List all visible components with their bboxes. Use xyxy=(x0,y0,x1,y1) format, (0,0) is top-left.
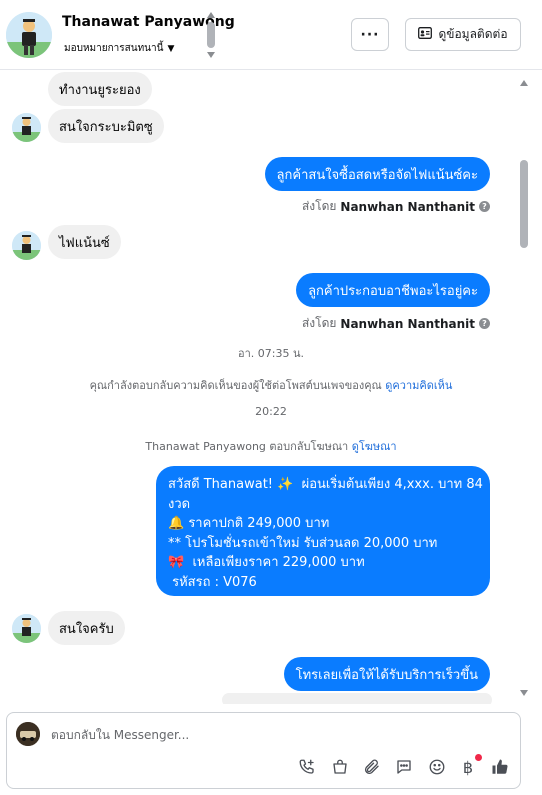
help-icon[interactable]: ? xyxy=(479,318,490,329)
assign-label: มอบหมายการสนทนานี้ xyxy=(64,43,164,54)
system-notice: คุณกำลังตอบกลับความคิดเห็นของผู้ใช้ต่อโพ… xyxy=(0,376,542,394)
sender-avatar[interactable] xyxy=(12,113,41,142)
sent-by-label: ส่งโดย Nanwhan Nanthanit ? xyxy=(302,197,490,216)
caret-down-icon: ▼ xyxy=(167,43,175,54)
outgoing-message[interactable]: โทรเลยเพื่อให้ได้รับบริการเร็วขึ้น xyxy=(283,657,490,691)
promo-line: 🔔 ราคาปกติ 249,000 บาท xyxy=(168,516,330,531)
page-avatar xyxy=(16,722,40,746)
message-thread[interactable]: ทำงานยูระยอง สนใจกระบะมิตซู ลูกค้าสนใจซื… xyxy=(0,71,542,704)
view-contact-info-button[interactable]: ดูข้อมูลติดต่อ xyxy=(405,18,521,51)
timestamp: อา. 07:35 น. xyxy=(238,347,304,360)
scroll-thumb[interactable] xyxy=(520,160,528,248)
sent-by-label: ส่งโดย Nanwhan Nanthanit ? xyxy=(302,314,490,333)
incoming-message[interactable]: ไฟแน้นซ์ xyxy=(48,225,121,259)
system-notice-text: คุณกำลังตอบกลับความคิดเห็นของผู้ใช้ต่อโพ… xyxy=(89,379,382,392)
partial-message xyxy=(222,693,492,704)
emoji-icon[interactable] xyxy=(426,756,448,778)
view-comment-link[interactable]: ดูความคิดเห็น xyxy=(385,379,452,392)
sender-name: Nanwhan Nanthanit xyxy=(340,199,475,214)
more-options-button[interactable]: ··· xyxy=(351,18,389,51)
promo-line: งวด xyxy=(168,496,191,512)
outgoing-promo-message[interactable]: สวัสดี Thanawat! ✨ ผ่อนเริ่มต้นเพียง 4,x… xyxy=(156,466,490,596)
paperclip-icon[interactable] xyxy=(361,756,383,778)
assign-conversation-dropdown[interactable]: มอบหมายการสนทนานี้ ▼ xyxy=(64,41,174,56)
promo-line: รหัสรถ : V076 xyxy=(168,574,257,590)
system-notice: Thanawat Panyawong ตอบกลับโฆษณา ดูโฆษณา xyxy=(0,437,542,455)
sender-avatar[interactable] xyxy=(12,231,41,260)
reply-input[interactable] xyxy=(51,725,491,745)
phone-plus-icon[interactable] xyxy=(296,756,318,778)
header-scroll-control[interactable] xyxy=(205,10,217,60)
sent-by-prefix: ส่งโดย xyxy=(301,316,337,330)
sender-avatar[interactable] xyxy=(12,614,41,643)
shopping-bag-icon[interactable] xyxy=(329,756,351,778)
scroll-down-arrow-icon[interactable] xyxy=(520,690,528,696)
thumbs-up-icon[interactable] xyxy=(489,756,511,778)
conversation-header: Thanawat Panyawong มอบหมายการสนทนานี้ ▼ … xyxy=(0,0,542,70)
scroll-up-arrow-icon[interactable] xyxy=(520,80,528,86)
contact-avatar[interactable] xyxy=(6,12,52,58)
incoming-message[interactable]: สนใจกระบะมิตซู xyxy=(48,109,164,143)
view-ad-link[interactable]: ดูโฆษณา xyxy=(352,440,397,453)
outgoing-message[interactable]: ลูกค้าสนใจซื้อสดหรือจัดไฟแน้นซ์คะ xyxy=(264,157,490,191)
incoming-message[interactable]: สนใจครับ xyxy=(48,611,125,645)
timestamp: 20:22 xyxy=(255,405,287,418)
promo-line: 🎀 เหลือเพียงราคา 229,000 บาท xyxy=(168,555,365,570)
contact-card-icon xyxy=(418,27,433,42)
system-notice-text: Thanawat Panyawong ตอบกลับโฆษณา xyxy=(145,440,349,453)
outgoing-message[interactable]: ลูกค้าประกอบอาชีพอะไรอยู่คะ xyxy=(296,273,490,307)
sent-by-prefix: ส่งโดย xyxy=(301,199,337,213)
sender-name: Nanwhan Nanthanit xyxy=(340,316,475,331)
promo-line: สวัสดี Thanawat! ✨ ผ่อนเริ่มต้นเพียง 4,x… xyxy=(168,477,483,492)
contact-info-label: ดูข้อมูลติดต่อ xyxy=(438,27,508,41)
notification-dot xyxy=(475,754,482,761)
help-icon[interactable]: ? xyxy=(479,201,490,212)
promo-line: ** โปรโมชั่นรถเข้าใหม่ รับส่วนลด 20,000 … xyxy=(168,535,438,551)
message-composer: ฿ xyxy=(6,712,521,789)
incoming-message[interactable]: ทำงานยูระยอง xyxy=(48,72,152,106)
chat-bubble-icon[interactable] xyxy=(393,756,415,778)
